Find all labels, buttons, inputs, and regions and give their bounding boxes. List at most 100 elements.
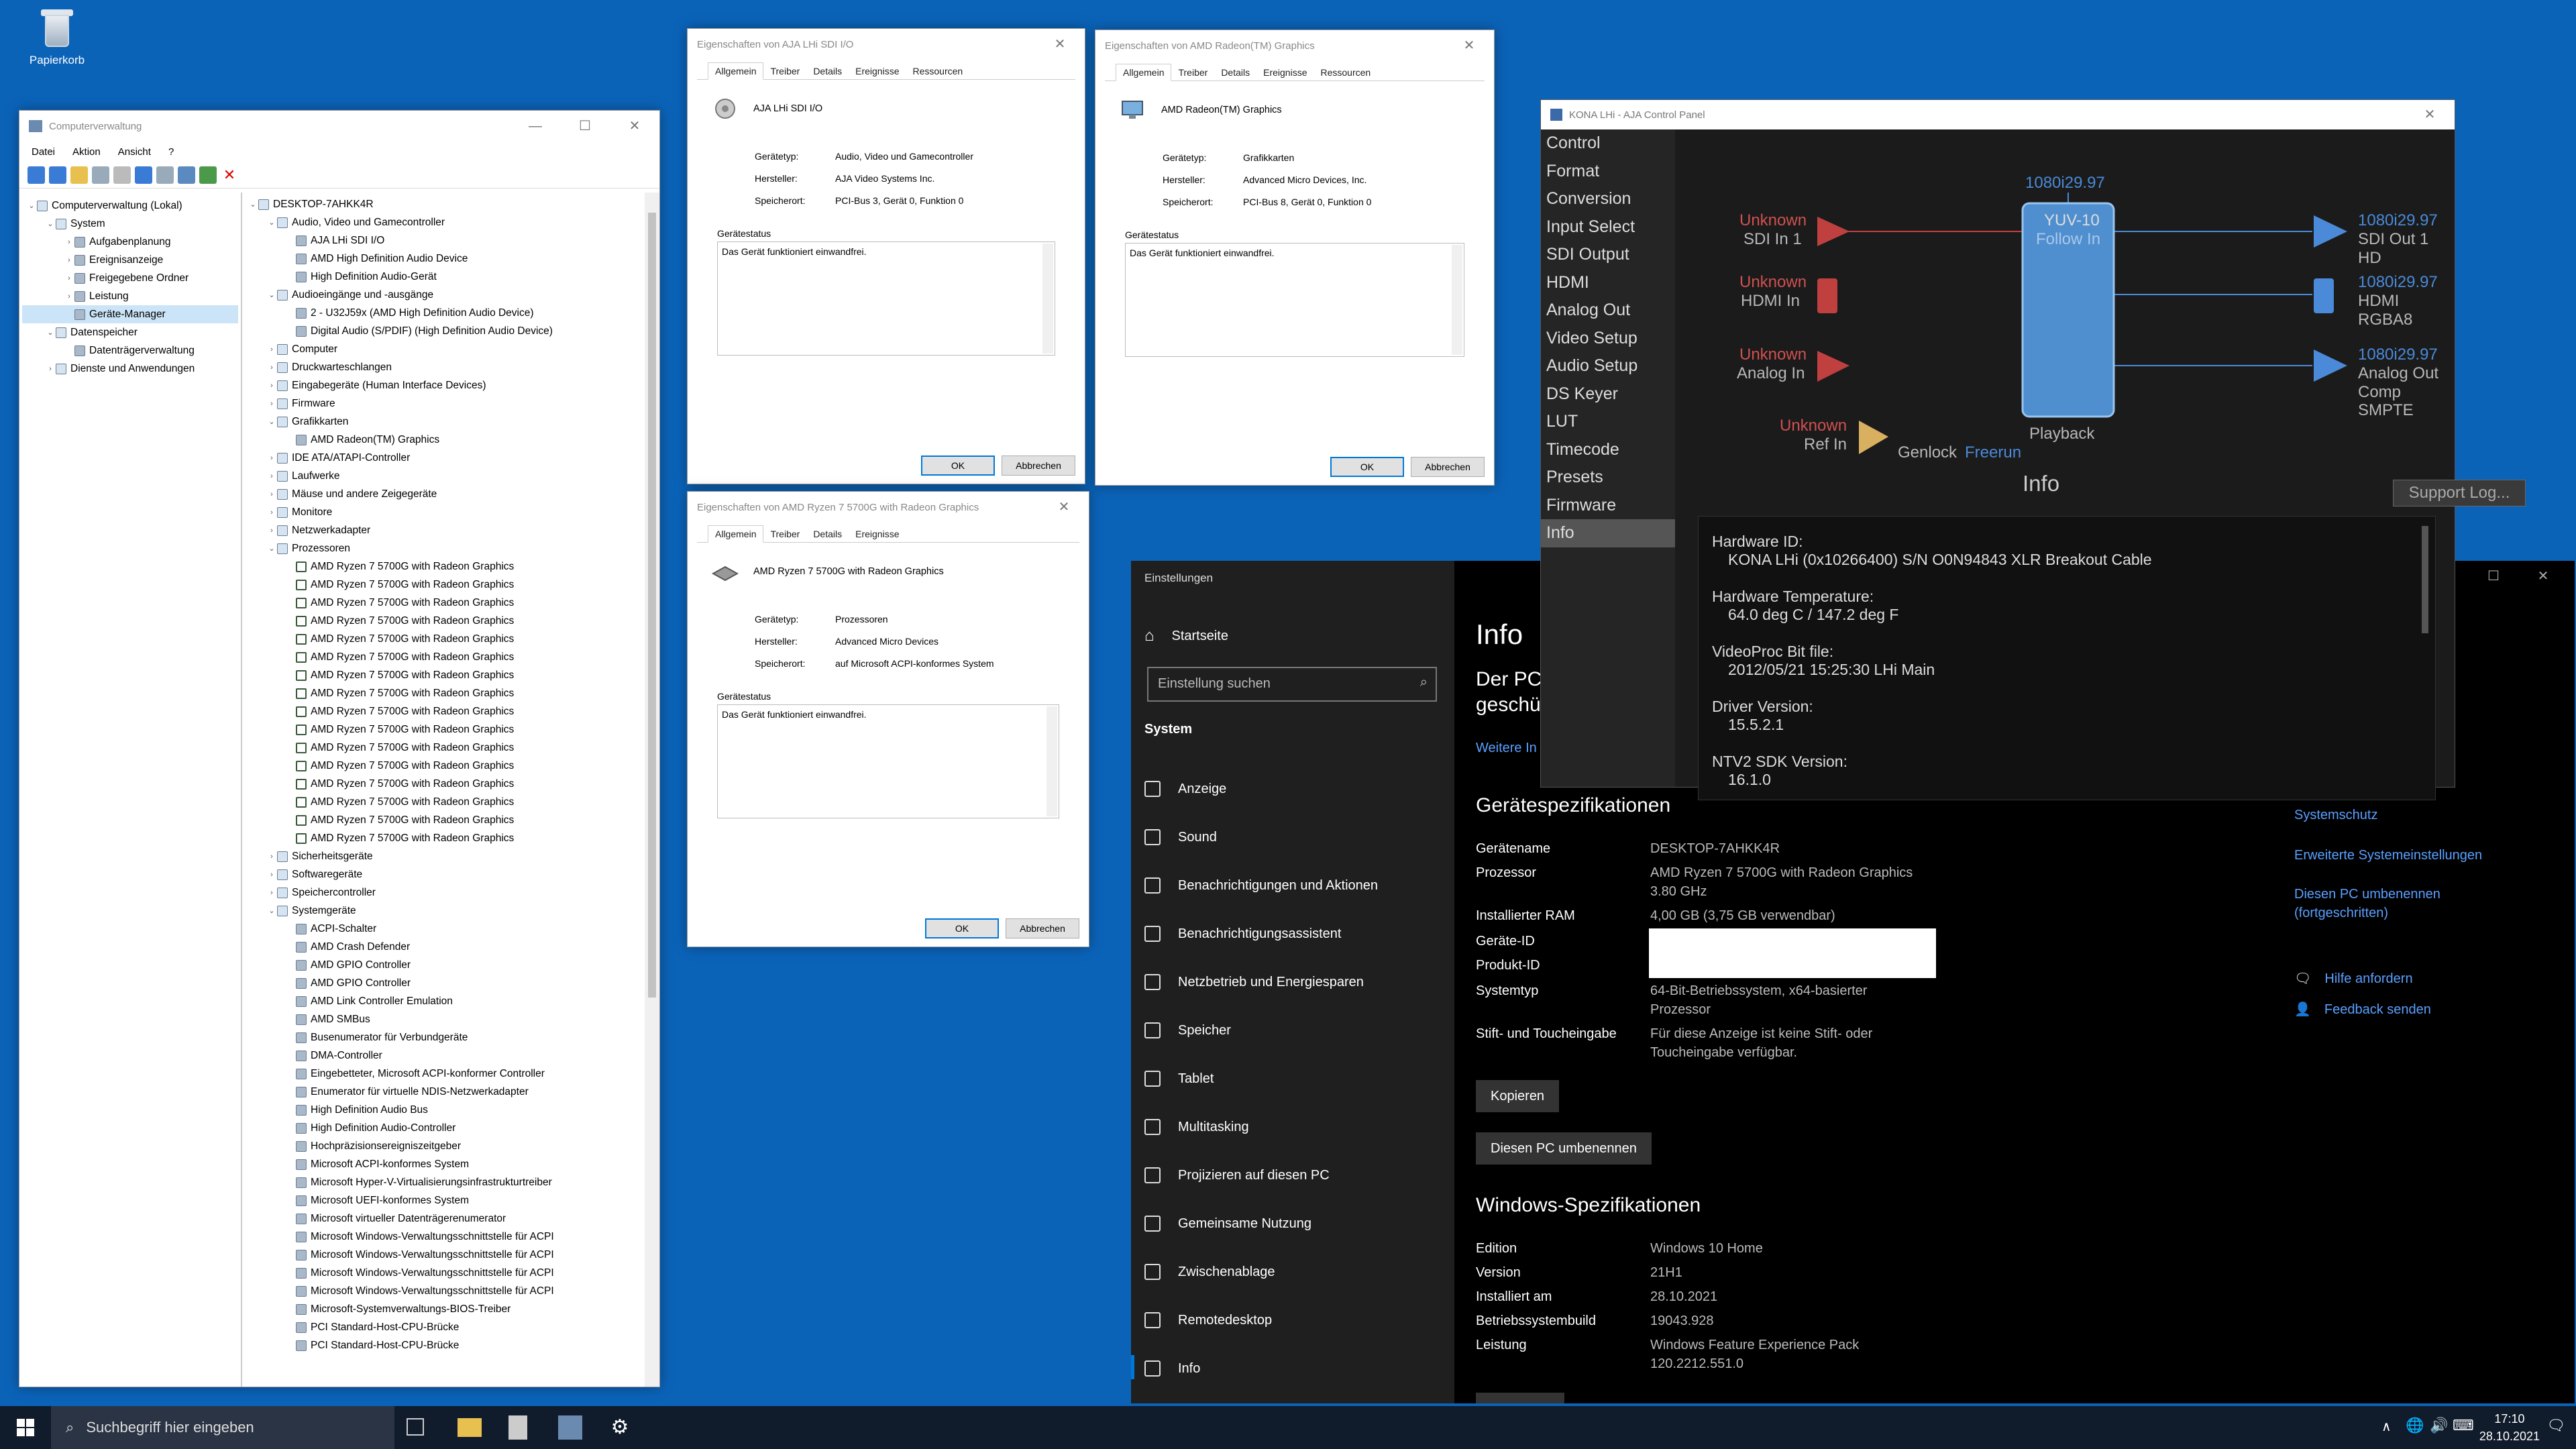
tree-item-druckwarteschlangen[interactable]: › Druckwarteschlangen bbox=[246, 358, 655, 376]
expanded-chevron-icon[interactable]: ⌄ bbox=[266, 218, 277, 227]
tree-item-amd-ryzen-7-5700g-with-radeon-graphics[interactable]: AMD Ryzen 7 5700G with Radeon Graphics bbox=[246, 720, 655, 739]
settings-gear-icon[interactable]: ⚙ bbox=[608, 1415, 632, 1440]
tree-item-ger-te-manager[interactable]: Geräte-Manager bbox=[22, 305, 238, 323]
tree-item-eingebetteter-microsoft-acpi-konformer-controller[interactable]: Eingebetteter, Microsoft ACPI-konformer … bbox=[246, 1065, 655, 1083]
tree-item-leistung[interactable]: › Leistung bbox=[22, 287, 238, 305]
tree-item-amd-gpio-controller[interactable]: AMD GPIO Controller bbox=[246, 956, 655, 974]
expanded-chevron-icon[interactable]: ⌄ bbox=[248, 200, 258, 209]
tab-allgemein[interactable]: Allgemein bbox=[1116, 64, 1172, 81]
tree-item-audio-video-und-gamecontroller[interactable]: ⌄ Audio, Video und Gamecontroller bbox=[246, 213, 655, 231]
tab-ereignisse[interactable]: Ereignisse bbox=[849, 526, 906, 542]
tree-item-high-definition-audio-controller[interactable]: High Definition Audio-Controller bbox=[246, 1119, 655, 1137]
cancel-button[interactable]: Abbrechen bbox=[1006, 918, 1079, 938]
expanded-chevron-icon[interactable]: ⌄ bbox=[45, 328, 56, 337]
taskbar-search-input[interactable]: ⌕ Suchbegriff hier eingeben bbox=[51, 1406, 394, 1449]
task-view-icon[interactable] bbox=[407, 1418, 424, 1436]
cancel-button[interactable]: Abbrechen bbox=[1411, 457, 1485, 477]
tree-item-hochpr-zisionsereigniszeitgeber[interactable]: Hochpräzisionsereigniszeitgeber bbox=[246, 1137, 655, 1155]
close-button[interactable]: ✕ bbox=[610, 111, 659, 142]
tree-item-amd-link-controller-emulation[interactable]: AMD Link Controller Emulation bbox=[246, 992, 655, 1010]
nav-info[interactable]: Info bbox=[1144, 1360, 1200, 1377]
tree-item-netzwerkadapter[interactable]: › Netzwerkadapter bbox=[246, 521, 655, 539]
tab-details[interactable]: Details bbox=[806, 526, 849, 542]
aja-nav-analog-out[interactable]: Analog Out bbox=[1541, 297, 1675, 325]
tree-item-amd-high-definition-audio-device[interactable]: AMD High Definition Audio Device bbox=[246, 250, 655, 268]
nav-sound[interactable]: Sound bbox=[1144, 829, 1217, 845]
tree-item-computer[interactable]: › Computer bbox=[246, 340, 655, 358]
collapsed-chevron-icon[interactable]: › bbox=[266, 871, 277, 879]
aja-nav-format[interactable]: Format bbox=[1541, 158, 1675, 186]
collapsed-chevron-icon[interactable]: › bbox=[266, 508, 277, 517]
network-icon[interactable]: 🌐 bbox=[2406, 1417, 2424, 1434]
back-icon[interactable] bbox=[28, 166, 45, 184]
aja-nav-conversion[interactable]: Conversion bbox=[1541, 185, 1675, 213]
tree-item-monitore[interactable]: › Monitore bbox=[246, 503, 655, 521]
collapsed-chevron-icon[interactable]: › bbox=[266, 345, 277, 354]
tree-item-microsoft-hyper-v-virtualisierungsinfrastrukturtreiber[interactable]: Microsoft Hyper-V-Virtualisierungsinfras… bbox=[246, 1173, 655, 1191]
tree-item-microsoft-windows-verwaltungsschnittstelle-f-r-acpi[interactable]: Microsoft Windows-Verwaltungsschnittstel… bbox=[246, 1228, 655, 1246]
tree-item-microsoft-windows-verwaltungsschnittstelle-f-r-acpi[interactable]: Microsoft Windows-Verwaltungsschnittstel… bbox=[246, 1246, 655, 1264]
tree-item-laufwerke[interactable]: › Laufwerke bbox=[246, 467, 655, 485]
tree-item-computerverwaltung-lokal[interactable]: ⌄ Computerverwaltung (Lokal) bbox=[22, 197, 238, 215]
collapsed-chevron-icon[interactable]: › bbox=[266, 853, 277, 861]
tree-item-softwareger-te[interactable]: › Softwaregeräte bbox=[246, 865, 655, 883]
monitor-icon[interactable] bbox=[178, 166, 195, 184]
tree-item-amd-ryzen-7-5700g-with-radeon-graphics[interactable]: AMD Ryzen 7 5700G with Radeon Graphics bbox=[246, 576, 655, 594]
collapsed-chevron-icon[interactable]: › bbox=[266, 472, 277, 480]
collapsed-chevron-icon[interactable]: › bbox=[266, 490, 277, 498]
partial-button[interactable] bbox=[1476, 1393, 1564, 1403]
aja-nav-input-select[interactable]: Input Select bbox=[1541, 213, 1675, 241]
tree-item-freigegebene-ordner[interactable]: › Freigegebene Ordner bbox=[22, 269, 238, 287]
system-protection-link[interactable]: Systemschutz bbox=[2294, 808, 2377, 823]
support-log-button[interactable]: Support Log... bbox=[2393, 480, 2526, 506]
tree-item-pci-standard-host-cpu-br-cke[interactable]: PCI Standard-Host-CPU-Brücke bbox=[246, 1318, 655, 1336]
collapsed-chevron-icon[interactable]: › bbox=[266, 400, 277, 408]
help-icon[interactable] bbox=[135, 166, 152, 184]
nav-zwischenablage[interactable]: Zwischenablage bbox=[1144, 1264, 1275, 1280]
expanded-chevron-icon[interactable]: ⌄ bbox=[266, 417, 277, 426]
tree-item-digital-audio-s-pdif-high-definition-audio-device[interactable]: Digital Audio (S/PDIF) (High Definition … bbox=[246, 322, 655, 340]
console-tree-icon[interactable] bbox=[92, 166, 109, 184]
close-button[interactable]: ✕ bbox=[1035, 29, 1085, 60]
expanded-chevron-icon[interactable]: ⌄ bbox=[45, 219, 56, 228]
copy-button[interactable]: Kopieren bbox=[1476, 1080, 1560, 1112]
tab-ereignisse[interactable]: Ereignisse bbox=[849, 63, 906, 79]
tree-item-aufgabenplanung[interactable]: › Aufgabenplanung bbox=[22, 233, 238, 251]
show-hidden-icons[interactable]: ∧ bbox=[2381, 1418, 2392, 1435]
tree-item-amd-crash-defender[interactable]: AMD Crash Defender bbox=[246, 938, 655, 956]
tree-item-aja-lhi-sdi-i-o[interactable]: AJA LHi SDI I/O bbox=[246, 231, 655, 250]
tree-item-amd-ryzen-7-5700g-with-radeon-graphics[interactable]: AMD Ryzen 7 5700G with Radeon Graphics bbox=[246, 739, 655, 757]
minimize-button[interactable]: — bbox=[511, 111, 560, 142]
settings-search-input[interactable]: Einstellung suchen ⌕ bbox=[1147, 667, 1437, 702]
nav-tablet[interactable]: Tablet bbox=[1144, 1071, 1214, 1087]
tab-treiber[interactable]: Treiber bbox=[1171, 64, 1214, 80]
close-button[interactable]: ✕ bbox=[2518, 561, 2568, 592]
uninstall-icon[interactable]: ✕ bbox=[221, 166, 238, 184]
tree-item-audioeing-nge-und-ausg-nge[interactable]: ⌄ Audioeingänge und -ausgänge bbox=[246, 286, 655, 304]
tree-item-amd-ryzen-7-5700g-with-radeon-graphics[interactable]: AMD Ryzen 7 5700G with Radeon Graphics bbox=[246, 630, 655, 648]
advanced-settings-link[interactable]: Erweiterte Systemeinstellungen bbox=[2294, 848, 2482, 863]
aja-nav-info[interactable]: Info bbox=[1541, 519, 1675, 547]
maximize-button[interactable]: ☐ bbox=[560, 111, 610, 142]
menu-help[interactable]: ? bbox=[168, 146, 174, 158]
volume-icon[interactable]: 🔊 bbox=[2430, 1417, 2448, 1434]
tree-item-high-definition-audio-bus[interactable]: High Definition Audio Bus bbox=[246, 1101, 655, 1119]
properties-icon[interactable] bbox=[113, 166, 131, 184]
clock[interactable]: 17:10 28.10.2021 bbox=[2479, 1410, 2540, 1445]
recycle-bin-desktop-icon[interactable]: Papierkorb bbox=[20, 5, 94, 67]
nav-gemeinsame-nutzung[interactable]: Gemeinsame Nutzung bbox=[1144, 1216, 1311, 1232]
tree-item-amd-gpio-controller[interactable]: AMD GPIO Controller bbox=[246, 974, 655, 992]
nav-home[interactable]: ⌂ Startseite bbox=[1144, 627, 1228, 645]
tree-item-desktop-7ahkk4r[interactable]: ⌄ DESKTOP-7AHKK4R bbox=[246, 195, 655, 213]
close-button[interactable]: ✕ bbox=[1444, 30, 1494, 61]
aja-nav-lut[interactable]: LUT bbox=[1541, 408, 1675, 436]
nav-remotedesktop[interactable]: Remotedesktop bbox=[1144, 1312, 1272, 1328]
tree-item-amd-ryzen-7-5700g-with-radeon-graphics[interactable]: AMD Ryzen 7 5700G with Radeon Graphics bbox=[246, 793, 655, 811]
collapsed-chevron-icon[interactable]: › bbox=[266, 382, 277, 390]
rename-pc-button[interactable]: Diesen PC umbenennen bbox=[1476, 1132, 1652, 1165]
tree-item-systemger-te[interactable]: ⌄ Systemgeräte bbox=[246, 902, 655, 920]
menu-ansicht[interactable]: Ansicht bbox=[118, 146, 151, 158]
tree-item-pci-standard-host-cpu-br-cke[interactable]: PCI Standard-Host-CPU-Brücke bbox=[246, 1336, 655, 1354]
ok-button[interactable]: OK bbox=[921, 455, 995, 476]
tree-item-amd-ryzen-7-5700g-with-radeon-graphics[interactable]: AMD Ryzen 7 5700G with Radeon Graphics bbox=[246, 775, 655, 793]
